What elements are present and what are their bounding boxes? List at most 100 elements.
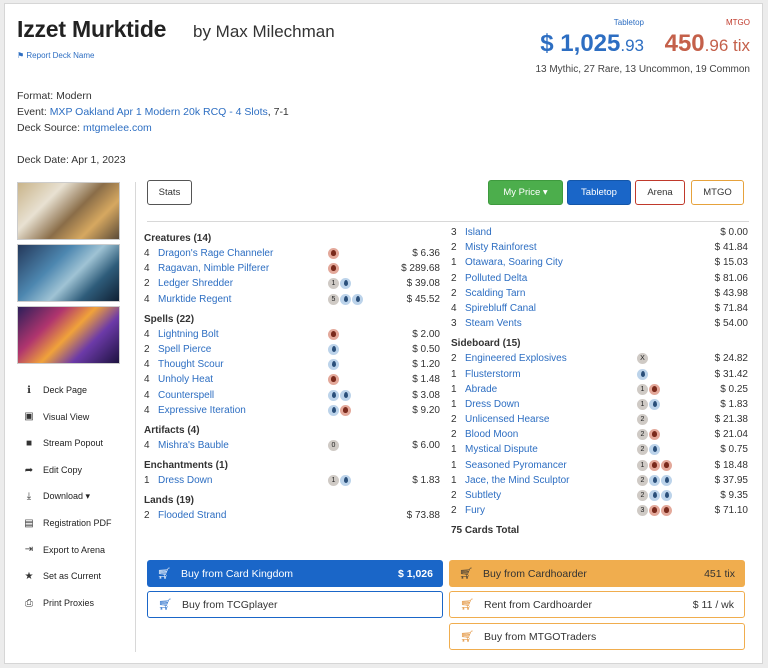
card-price: $ 2.00 [412,328,440,340]
vertical-divider [135,182,136,652]
generic-mana-icon: 5 [328,293,339,305]
sidebar-item-deck-page[interactable]: ℹ Deck Page [22,377,112,404]
source-link[interactable]: mtgmelee.com [83,122,152,134]
buy-tcgplayer-button[interactable]: 🛒︎ Buy from TCGplayer [147,591,443,618]
card-quantity: 4 [144,263,150,275]
card-name-link[interactable]: Steam Vents [465,316,522,331]
rent-cardhoarder-button[interactable]: 🛒︎ Rent from Cardhoarder $ 11 / wk [449,591,745,618]
buy-tcgplayer-label: Buy from TCGplayer [182,598,278,611]
stats-button[interactable]: Stats [147,180,192,205]
sidebar-item-stream-popout[interactable]: ■ Stream Popout [22,430,112,457]
card-name-link[interactable]: Counterspell [158,388,214,403]
cart-icon: 🛒︎ [460,631,474,643]
card-name-link[interactable]: Flooded Strand [158,508,226,523]
report-deck-name-link[interactable]: ⚑ Report Deck Name [17,51,94,60]
card-row: 2 Scalding Tarn $ 43.98 [451,286,748,301]
card-name-link[interactable]: Unlicensed Hearse [465,412,550,427]
card-name-link[interactable]: Spirebluff Canal [465,301,536,316]
card-name-link[interactable]: Fury [465,503,485,518]
card-price: $ 24.82 [714,353,748,365]
card-name-link[interactable]: Otawara, Soaring City [465,255,563,270]
card-row: 4 Lightning Bolt $ 2.00 [144,327,440,342]
card-name-link[interactable]: Misty Rainforest [465,240,537,255]
thumbnail-3[interactable] [17,306,120,364]
card-price: $ 41.84 [714,242,748,254]
section-heading: Spells (22) [144,313,195,325]
card-quantity: 4 [144,328,150,340]
card-name-link[interactable]: Expressive Iteration [158,403,246,418]
card-price: $ 1.83 [720,398,748,410]
card-name-link[interactable]: Mishra's Bauble [158,438,229,453]
arena-button[interactable]: Arena [635,180,685,205]
card-row: 2 Polluted Delta $ 81.06 [451,271,748,286]
card-price: $ 0.75 [720,444,748,456]
buy-mtgotraders-button[interactable]: 🛒︎ Buy from MTGOTraders [449,623,745,650]
card-quantity: 4 [451,302,457,314]
card-price: $ 71.84 [714,302,748,314]
mana-cost [328,374,339,386]
my-price-dropdown[interactable]: My Price ▾ [488,180,563,205]
sidebar-item-print-proxies[interactable]: ⎙ Print Proxies [22,590,112,617]
sidebar-item-registration-pdf[interactable]: ▤ Registration PDF [22,510,111,537]
mana-cost [328,359,339,371]
card-name-link[interactable]: Seasoned Pyromancer [465,458,567,473]
image-icon: ▣ [24,411,34,423]
card-name-link[interactable]: Engineered Explosives [465,351,567,366]
card-row: 2 Misty Rainforest $ 41.84 [451,240,748,255]
print-icon: ⎙ [25,597,33,609]
sidebar-item-label: Deck Page [43,385,88,396]
tabletop-button[interactable]: Tabletop [567,180,631,205]
blue-mana-icon [637,368,648,380]
card-name-link[interactable]: Dress Down [465,397,519,412]
star-icon: ★ [24,570,34,582]
buy-cardhoarder-button[interactable]: 🛒︎ Buy from Cardhoarder 451 tix [449,560,745,587]
card-name-link[interactable]: Thought Scour [158,357,224,372]
generic-mana-icon: 2 [637,444,648,456]
sidebar-item-set-as-current[interactable]: ★ Set as Current [22,563,112,590]
sidebar-item-download[interactable]: ⤓ Download ▾ [22,483,112,510]
sidebar-item-visual-view[interactable]: ▣ Visual View [22,404,112,431]
card-quantity: 2 [451,272,457,284]
thumbnail-1[interactable] [17,182,120,240]
card-quantity: 1 [451,444,457,456]
generic-mana-icon: 1 [328,475,339,487]
generic-mana-icon: 2 [637,429,648,441]
thumbnail-2[interactable] [17,244,120,302]
card-name-link[interactable]: Ragavan, Nimble Pilferer [158,261,269,276]
generic-mana-icon: 2 [637,414,648,426]
card-name-link[interactable]: Spell Pierce [158,342,211,357]
card-price: $ 0.00 [720,227,748,238]
card-name-link[interactable]: Island [465,225,492,240]
card-name-link[interactable]: Abrade [465,382,497,397]
blue-mana-icon [649,444,660,456]
event-prefix: Event: [17,106,50,118]
sidebar-item-label: Set as Current [43,571,102,582]
mana-cost: 5 [328,293,363,305]
buy-card-kingdom-button[interactable]: 🛒︎ Buy from Card Kingdom $ 1,026 [147,560,443,587]
card-name-link[interactable]: Polluted Delta [465,271,527,286]
card-name-link[interactable]: Flusterstorm [465,367,521,382]
blue-mana-icon [340,278,351,290]
card-name-link[interactable]: Mystical Dispute [465,442,538,457]
card-price: $ 39.08 [406,278,440,290]
red-mana-icon [328,263,339,275]
mana-cost: 1 [637,383,660,395]
card-name-link[interactable]: Blood Moon [465,427,518,442]
event-link[interactable]: MXP Oakland Apr 1 Modern 20k RCQ - 4 Slo… [50,106,268,118]
card-name-link[interactable]: Dragon's Rage Channeler [158,246,273,261]
card-name-link[interactable]: Dress Down [158,473,212,488]
card-quantity: 2 [451,414,457,426]
sidebar-item-export-to-arena[interactable]: ⇥ Export to Arena [22,537,112,564]
card-name-link[interactable]: Murktide Regent [158,292,231,307]
info-icon: ℹ [27,384,31,396]
mtgo-button[interactable]: MTGO [691,180,744,205]
card-quantity: 2 [144,278,150,290]
card-name-link[interactable]: Jace, the Mind Sculptor [465,473,570,488]
card-name-link[interactable]: Scalding Tarn [465,286,525,301]
card-name-link[interactable]: Subtlety [465,488,501,503]
mana-cost [328,343,339,355]
card-name-link[interactable]: Lightning Bolt [158,327,219,342]
card-name-link[interactable]: Unholy Heat [158,372,213,387]
sidebar-item-edit-copy[interactable]: ➦ Edit Copy [22,457,112,484]
card-name-link[interactable]: Ledger Shredder [158,276,233,291]
